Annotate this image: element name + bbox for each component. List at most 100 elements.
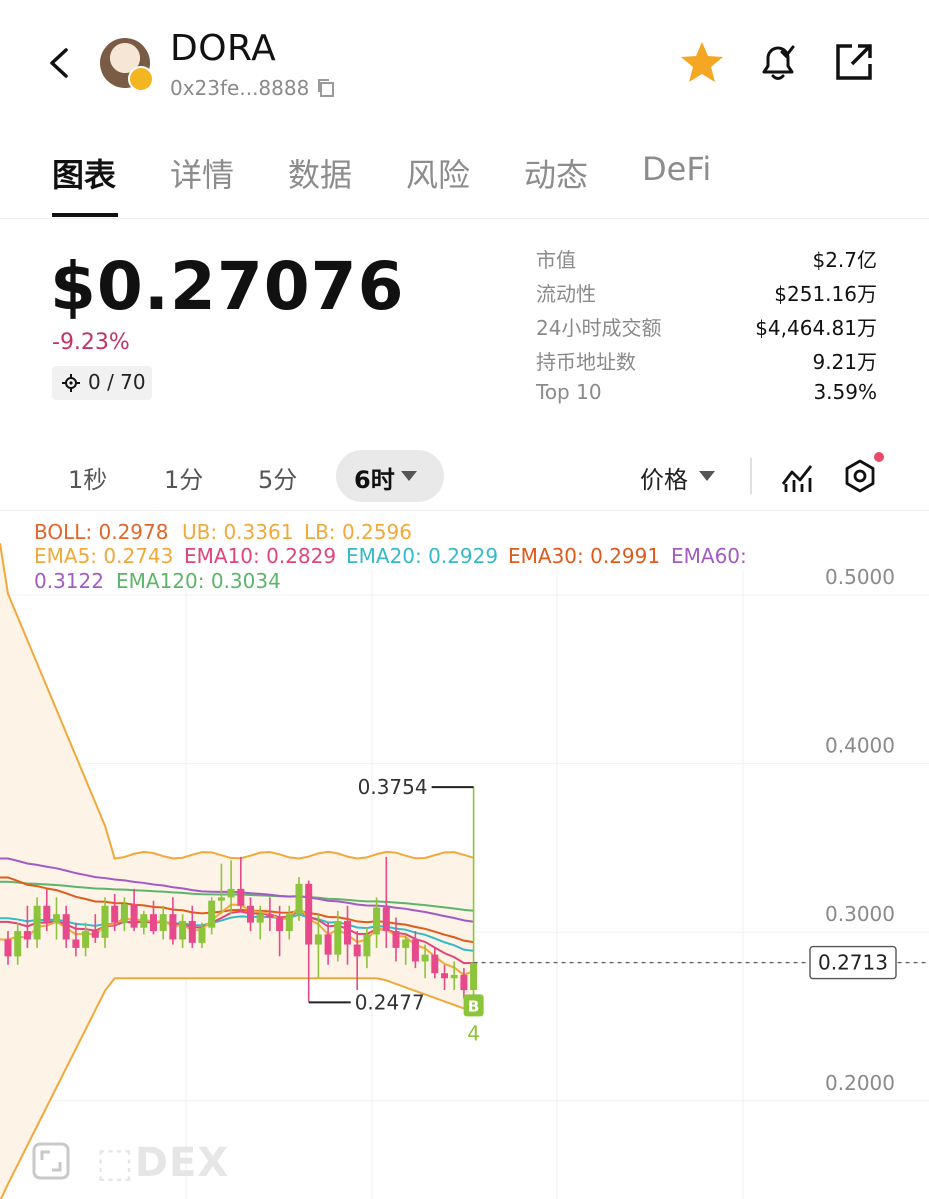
stat-value-mcap: $2.7亿 xyxy=(812,248,877,272)
tab-data[interactable]: 数据 xyxy=(288,150,352,196)
stat-label-mcap: 市值 xyxy=(536,248,576,272)
target-icon xyxy=(62,374,80,392)
candle-body xyxy=(247,905,254,923)
candle-body xyxy=(53,914,60,923)
candle-body xyxy=(402,939,410,948)
token-name: DORA xyxy=(170,28,277,69)
stat-label-top10: Top 10 xyxy=(536,380,602,404)
candle-body xyxy=(276,917,284,932)
caret-down-icon xyxy=(401,471,417,481)
candle-body xyxy=(140,914,148,928)
candle-body xyxy=(353,944,361,957)
y-tick-label: 0.5000 xyxy=(825,565,895,589)
candle-body xyxy=(460,974,468,991)
candle-body xyxy=(62,914,70,940)
candle-body xyxy=(120,904,128,923)
candle-body xyxy=(4,939,12,957)
candle-body xyxy=(285,914,293,932)
stat-value-holders: 9.21万 xyxy=(812,350,877,374)
bell-icon[interactable] xyxy=(754,38,802,86)
candle-body xyxy=(227,888,235,898)
candle-body xyxy=(91,931,99,938)
interval-1m[interactable]: 1分 xyxy=(164,460,203,495)
interval-5m[interactable]: 5分 xyxy=(258,460,297,495)
stat-value-volume: $4,464.81万 xyxy=(755,316,877,340)
candle-body xyxy=(208,900,216,928)
candle-body xyxy=(179,920,187,940)
candle-body xyxy=(431,954,439,974)
candle-body xyxy=(305,883,313,945)
candle-body xyxy=(450,974,458,979)
candle-body xyxy=(101,905,109,938)
candle-body xyxy=(111,905,119,923)
indicator-icon[interactable] xyxy=(780,460,814,494)
tab-chart[interactable]: 图表 xyxy=(52,150,116,196)
divider xyxy=(0,218,929,219)
chain-badge-icon xyxy=(128,66,154,92)
stat-value-top10: 3.59% xyxy=(813,380,877,404)
candle-body xyxy=(150,914,157,932)
candle-body xyxy=(363,934,371,957)
candle-body xyxy=(392,931,400,948)
candle-body xyxy=(441,973,448,979)
candle-body xyxy=(23,931,31,940)
candle-body xyxy=(159,914,167,932)
candle-body xyxy=(33,905,41,940)
share-icon[interactable] xyxy=(830,38,878,86)
candle-body xyxy=(421,954,429,962)
back-icon[interactable] xyxy=(42,40,82,86)
tab-defi[interactable]: DeFi xyxy=(642,150,711,188)
stat-label-holders: 持币地址数 xyxy=(536,350,636,374)
candle-body xyxy=(72,939,80,948)
candle-body xyxy=(266,914,274,918)
candle-body xyxy=(43,905,51,923)
price-mode-select[interactable]: 价格 xyxy=(640,460,688,495)
tab-details[interactable]: 详情 xyxy=(170,150,234,196)
interval-1s[interactable]: 1秒 xyxy=(68,460,107,495)
buy-signal-count: 4 xyxy=(467,1021,480,1045)
token-address: 0x23fe...8888 xyxy=(170,76,310,100)
candle-body xyxy=(198,927,206,943)
candle-body xyxy=(411,939,419,962)
star-icon[interactable] xyxy=(678,38,726,86)
expand-icon[interactable] xyxy=(32,1142,70,1180)
candle-body xyxy=(382,907,390,932)
y-tick-label: 0.2000 xyxy=(825,1071,895,1095)
candle-body xyxy=(373,907,381,935)
current-price-label: 0.2713 xyxy=(818,951,888,975)
caret-down-icon xyxy=(699,471,715,481)
candle-body xyxy=(217,897,225,901)
high-marker-label: 0.3754 xyxy=(358,775,428,799)
y-tick-label: 0.3000 xyxy=(825,902,895,926)
tab-activity[interactable]: 动态 xyxy=(524,150,588,196)
y-tick-label: 0.4000 xyxy=(825,734,895,758)
candle-body xyxy=(14,931,22,957)
candle-body xyxy=(169,914,177,940)
buy-signal-letter: B xyxy=(468,997,479,1015)
candle-body xyxy=(256,914,264,923)
candle-body xyxy=(470,962,478,991)
notification-dot xyxy=(874,452,884,462)
stat-label-liquidity: 流动性 xyxy=(536,282,596,306)
active-tab-indicator xyxy=(52,213,118,217)
candle-body xyxy=(295,883,303,915)
price-change: -9.23% xyxy=(52,330,130,355)
current-price: $0.27076 xyxy=(50,248,405,325)
candle-body xyxy=(324,934,332,955)
price-chart[interactable]: 0.5000 0.4000 0.3000 0.2000 0.3754 0.2477 0.27… xyxy=(0,510,929,1199)
stat-value-liquidity: $251.16万 xyxy=(774,282,877,306)
divider xyxy=(750,458,752,494)
candle-body xyxy=(188,920,196,943)
stat-label-volume: 24小时成交额 xyxy=(536,316,662,340)
copy-icon[interactable] xyxy=(316,78,336,98)
candle-body xyxy=(82,931,90,948)
settings-icon[interactable] xyxy=(842,458,878,494)
tab-risk[interactable]: 风险 xyxy=(406,150,470,196)
dex-watermark: ⬚DEX xyxy=(96,1140,230,1186)
candle-body xyxy=(314,934,322,945)
candle-body xyxy=(130,904,138,928)
interval-6h-label: 6时 xyxy=(354,466,395,494)
candle-body xyxy=(334,920,342,955)
low-marker-label: 0.2477 xyxy=(355,990,425,1014)
candle-body xyxy=(344,920,351,945)
